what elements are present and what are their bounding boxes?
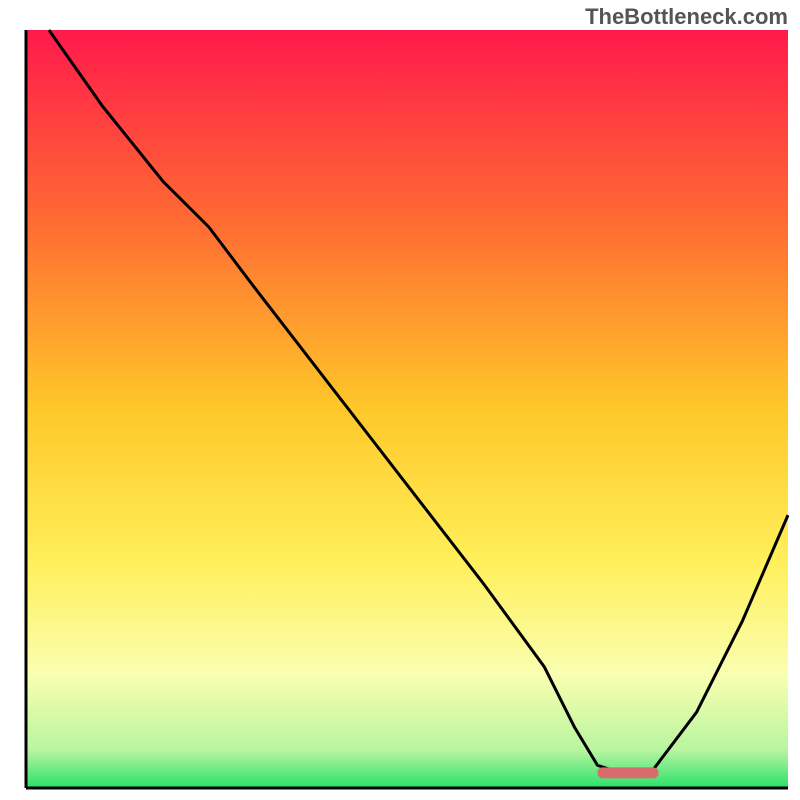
- chart-container: TheBottleneck.com: [0, 0, 800, 800]
- plot-background: [26, 30, 788, 788]
- optimal-range-marker: [598, 767, 659, 778]
- bottleneck-chart: [0, 0, 800, 800]
- watermark-text: TheBottleneck.com: [585, 4, 788, 30]
